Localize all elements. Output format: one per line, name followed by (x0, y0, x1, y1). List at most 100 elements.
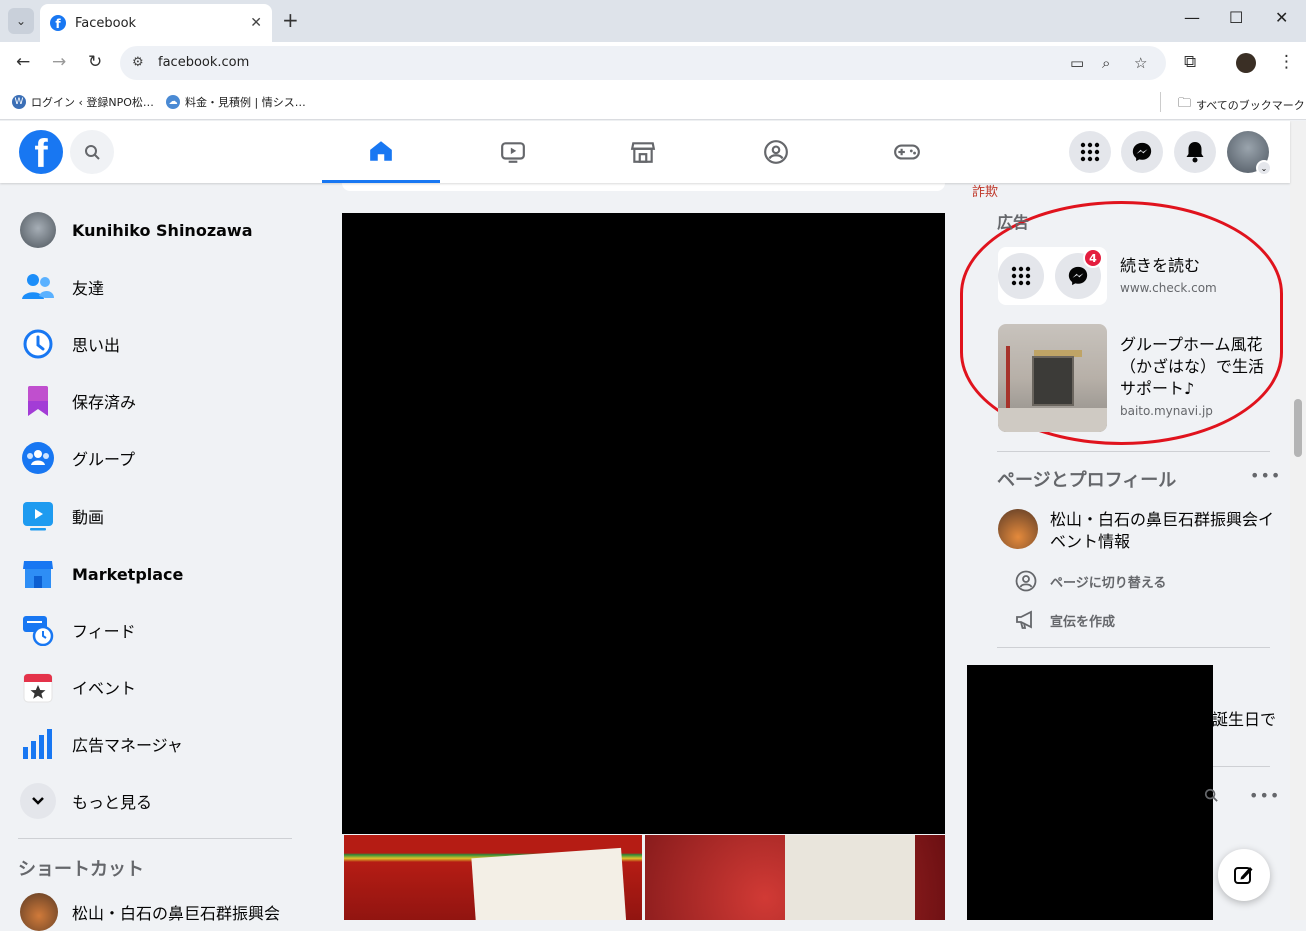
search-icon[interactable] (1204, 787, 1218, 806)
saved-icon (20, 383, 56, 419)
scrollbar-thumb[interactable] (1294, 399, 1302, 457)
sidebar-item-label: 友達 (72, 279, 105, 298)
zoom-icon[interactable]: ⌕ (1102, 54, 1110, 72)
back-icon[interactable]: ← (16, 52, 30, 72)
gaming-icon (894, 144, 920, 160)
page-name: 松山・白石の鼻巨石群振興会イベント情報 (1050, 510, 1275, 551)
sidebar-item-marketplace[interactable]: Marketplace (8, 548, 308, 600)
tab-home[interactable] (322, 121, 440, 183)
events-icon (20, 669, 56, 705)
browser-menu-icon[interactable]: ⋮ (1278, 52, 1295, 72)
forward-icon[interactable]: → (52, 52, 66, 72)
cloud-icon: ☁ (166, 95, 180, 109)
chevron-down-icon: ⌄ (1256, 160, 1272, 176)
browser-tab[interactable]: f Facebook ✕ (40, 4, 272, 42)
sidebar-item-groups[interactable]: グループ (8, 432, 308, 484)
bookmark-star-icon[interactable]: ☆ (1134, 54, 1147, 72)
account-avatar[interactable]: ⌄ (1227, 131, 1272, 176)
page-item[interactable]: 松山・白石の鼻巨石群振興会イベント情報 (998, 509, 1280, 553)
tab-video[interactable] (454, 121, 572, 183)
wordpress-icon: W (12, 95, 26, 109)
all-bookmarks-button[interactable]: 🗀 すべてのブックマーク (1178, 94, 1305, 116)
ad-url: baito.mynavi.jp (1120, 404, 1213, 418)
feed-icon (20, 612, 56, 648)
messenger-button[interactable] (1121, 131, 1163, 173)
bookmark-item[interactable]: ☁ 料金・見積例 | 情シス… (166, 94, 306, 110)
profile-avatar-icon[interactable] (1236, 53, 1256, 73)
groups-icon (764, 140, 788, 164)
avatar (20, 893, 58, 931)
search-icon (85, 145, 100, 160)
ad-title: 続きを読む (1120, 256, 1201, 275)
divider (1213, 766, 1270, 767)
tab-groups[interactable] (717, 121, 835, 183)
switch-account-icon (1014, 569, 1038, 593)
bookmark-divider (1160, 92, 1161, 112)
promote-button[interactable]: 宣伝を作成 (1014, 608, 1115, 632)
post-photo[interactable] (344, 835, 642, 920)
window-close-icon[interactable]: ✕ (1275, 8, 1288, 27)
maximize-icon[interactable]: ☐ (1229, 8, 1243, 27)
ads-manager-icon (20, 726, 56, 762)
ad-item[interactable]: グループホーム風花（かざはな）で生活サポート♪ baito.mynavi.jp (998, 324, 1275, 432)
sidebar-item-saved[interactable]: 保存済み (8, 375, 308, 427)
home-icon (370, 140, 392, 161)
sidebar-item-label: 広告マネージャ (72, 736, 183, 755)
menu-button[interactable] (1069, 131, 1111, 173)
ad-thumbnail: 4 (998, 247, 1107, 305)
more-options-icon[interactable]: ••• (1250, 466, 1281, 485)
video-icon (20, 498, 56, 534)
sidebar-item-profile[interactable]: Kunihiko Shinozawa (8, 204, 308, 256)
new-tab-button[interactable]: + (282, 8, 299, 32)
sidebar-item-label: フィード (72, 622, 136, 641)
extensions-icon[interactable]: ⧉ (1184, 52, 1196, 72)
sidebar-item-memories[interactable]: 思い出 (8, 318, 308, 370)
switch-page-button[interactable]: ページに切り替える (1014, 569, 1166, 593)
minimize-icon[interactable]: — (1184, 8, 1200, 27)
sidebar-item-label: もっと見る (72, 793, 153, 812)
reload-icon[interactable]: ↻ (88, 52, 102, 72)
sidebar-divider (18, 838, 292, 839)
sidebar-item-ads-manager[interactable]: 広告マネージャ (8, 718, 308, 770)
facebook-favicon-icon: f (50, 15, 66, 31)
shortcut-label: 松山・白石の鼻巨石群振興会 (72, 904, 281, 923)
memories-icon (20, 326, 56, 362)
sidebar-item-video[interactable]: 動画 (8, 490, 308, 542)
new-message-button[interactable] (1218, 849, 1270, 901)
folder-icon: 🗀 (1178, 96, 1192, 111)
sidebar-item-label: Marketplace (72, 564, 184, 584)
address-bar[interactable]: ⚙ facebook.com ▭ ⌕ ☆ (120, 46, 1166, 80)
site-info-icon[interactable]: ⚙ (132, 55, 144, 70)
post-action-bar[interactable] (342, 183, 945, 191)
all-bookmarks-label: すべてのブックマーク (1196, 99, 1305, 112)
bookmark-item[interactable]: W ログイン ‹ 登録NPO松… (12, 94, 154, 110)
tab-gaming[interactable] (848, 121, 966, 183)
avatar (998, 509, 1038, 549)
tab-title: Facebook (75, 15, 137, 31)
video-icon (501, 142, 525, 163)
tab-close-icon[interactable]: ✕ (250, 15, 262, 31)
bell-icon (1186, 142, 1204, 163)
sidebar-item-label: 動画 (72, 508, 105, 527)
sidebar-item-events[interactable]: イベント (8, 661, 308, 713)
sidebar-item-friends[interactable]: 友達 (8, 261, 308, 313)
page-scrollbar[interactable] (1290, 121, 1306, 920)
url-text[interactable]: facebook.com (158, 55, 249, 70)
facebook-logo-icon[interactable]: f (19, 130, 63, 174)
search-button[interactable] (70, 130, 114, 174)
tab-search-button[interactable]: ⌄ (8, 8, 34, 34)
ad-item[interactable]: 4 続きを読む www.check.com (998, 247, 1217, 305)
sidebar-see-more-button[interactable]: もっと見る (8, 775, 308, 827)
tab-marketplace[interactable] (584, 121, 702, 183)
facebook-top-nav: f ⌄ (0, 121, 1290, 183)
notifications-button[interactable] (1174, 131, 1216, 173)
install-app-icon[interactable]: ▭ (1070, 54, 1084, 72)
groups-icon (20, 440, 56, 476)
post-photo[interactable] (645, 835, 945, 920)
more-options-icon[interactable]: ••• (1249, 786, 1280, 805)
annotation-label: 詐欺 (972, 185, 999, 200)
sidebar-item-feed[interactable]: フィード (8, 604, 308, 656)
messenger-icon (1132, 142, 1152, 162)
redacted-post-content (342, 213, 945, 834)
shortcut-item[interactable]: 松山・白石の鼻巨石群振興会 (20, 893, 280, 931)
